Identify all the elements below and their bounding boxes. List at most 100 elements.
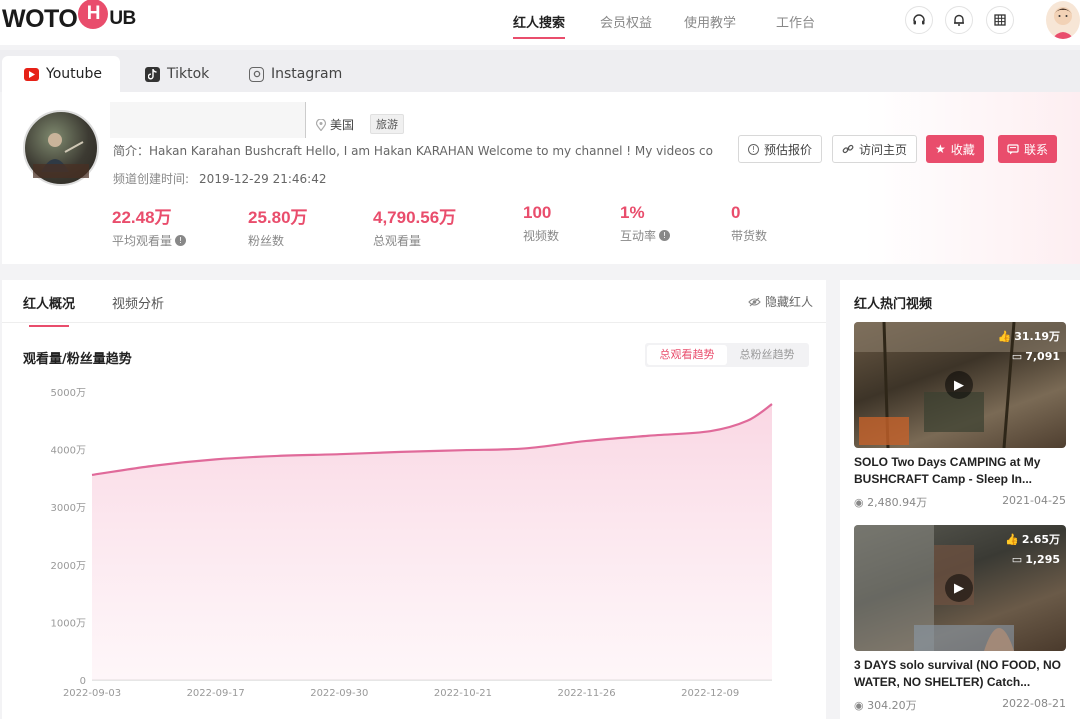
y-tick-label: 0 (80, 676, 86, 687)
video-views: ◉ 2,480.94万 (854, 494, 927, 510)
play-icon[interactable]: ▶ (945, 574, 973, 602)
video-comments-value: 1,295 (1025, 553, 1060, 566)
stat-label: 粉丝数 (248, 234, 285, 248)
video-card[interactable]: 👍 2.65万 ▭ 1,295 ▶ 3 DAYS solo survival (NO… (854, 525, 1066, 713)
stat-label: 视频数 (523, 229, 560, 243)
logo-right-text: UB (109, 8, 136, 29)
stat-followers: 25.80万 粉丝数 (248, 203, 308, 249)
instagram-icon (249, 66, 264, 82)
video-likes-value: 31.19万 (1014, 330, 1060, 343)
stat-label: 总观看量 (373, 234, 422, 248)
video-comments: ▭ 7,091 (1012, 350, 1060, 363)
visit-homepage-label: 访问主页 (859, 142, 908, 157)
video-comments-value: 7,091 (1025, 350, 1060, 363)
stat-engagement-rate: 1% 互动率! (620, 203, 671, 244)
play-icon[interactable]: ▶ (945, 371, 973, 399)
y-tick-label: 1000万 (51, 618, 86, 629)
favorite-label: 收藏 (950, 142, 975, 157)
video-date: 2022-08-21 (1002, 697, 1066, 710)
nav-workspace[interactable]: 工作台 (776, 12, 815, 31)
video-thumbnail[interactable]: 👍 2.65万 ▭ 1,295 ▶ (854, 525, 1066, 651)
stat-label: 带货数 (731, 229, 768, 243)
contact-button[interactable]: 联系 (998, 135, 1058, 163)
video-card[interactable]: 👍 31.19万 ▭ 7,091 ▶ SOLO Two Days CAMPING a… (854, 322, 1066, 510)
x-tick-label: 2022-09-17 (187, 688, 245, 699)
stat-value: 0 (731, 203, 741, 222)
x-tick-label: 2022-09-30 (310, 688, 368, 699)
youtube-icon (24, 67, 39, 81)
stat-value: 1% (620, 203, 645, 222)
video-title[interactable]: 3 DAYS solo survival (NO FOOD, NO WATER,… (854, 657, 1066, 691)
contact-label: 联系 (1024, 142, 1049, 157)
video-date: 2021-04-25 (1002, 494, 1066, 507)
channel-description: 简介：Hakan Karahan Bushcraft Hello, I am H… (113, 144, 713, 158)
info-icon[interactable]: ! (659, 230, 671, 241)
tab-youtube[interactable]: Youtube (2, 56, 120, 92)
video-title[interactable]: SOLO Two Days CAMPING at My BUSHCRAFT Ca… (854, 454, 1066, 488)
y-tick-label: 2000万 (51, 561, 86, 572)
thumbs-up-icon: 👍 (1005, 532, 1019, 546)
estimate-price-label: 预估报价 (764, 142, 813, 157)
logo[interactable]: WOTO H UB (2, 0, 136, 34)
info-circle-icon: ! (748, 143, 759, 155)
y-tick-label: 3000万 (51, 503, 86, 514)
stat-avg-views: 22.48万 平均观看量! (112, 203, 187, 249)
top-bar: WOTO H UB 红人搜索 会员权益 使用教学 工作台 (0, 0, 1080, 45)
created-value: 2019-12-29 21:46:42 (199, 172, 327, 186)
overview-panel: 红人概况 视频分析 隐藏红人 观看量/粉丝量趋势 总观看趋势 总粉丝趋势 0 10… (2, 280, 826, 719)
link-icon (842, 144, 854, 154)
grid-icon[interactable] (986, 6, 1014, 34)
nav-tutorial[interactable]: 使用教学 (684, 12, 736, 31)
message-icon (1007, 143, 1019, 154)
logo-left-text: WOTO (2, 4, 78, 33)
stat-value: 22.48万 (112, 208, 172, 227)
y-tick-label: 5000万 (51, 388, 86, 399)
channel-created: 频道创建时间: 2019-12-29 21:46:42 (113, 170, 327, 187)
profile-card: 美国 旅游 简介：Hakan Karahan Bushcraft Hello, … (2, 92, 1080, 264)
video-comments: ▭ 1,295 (1012, 553, 1060, 566)
info-icon[interactable]: ! (175, 235, 187, 246)
estimate-price-button[interactable]: ! 预估报价 (738, 135, 823, 163)
tab-youtube-label: Youtube (46, 66, 102, 82)
user-avatar[interactable] (1046, 1, 1080, 39)
video-likes: 👍 31.19万 (998, 328, 1061, 344)
tab-instagram-label: Instagram (271, 66, 343, 82)
y-tick-label: 4000万 (51, 446, 86, 457)
x-tick-label: 2022-09-03 (63, 688, 121, 699)
stat-value: 25.80万 (248, 208, 308, 227)
tab-instagram[interactable]: Instagram (249, 56, 342, 92)
stat-value: 4,790.56万 (373, 208, 457, 227)
hot-videos-title: 红人热门视频 (854, 297, 933, 312)
trend-area (92, 404, 772, 680)
tab-tiktok-label: Tiktok (167, 66, 210, 82)
stat-label: 互动率 (620, 229, 657, 243)
tiktok-icon (145, 66, 160, 82)
video-views-value: 304.20万 (867, 699, 917, 712)
visit-homepage-button[interactable]: 访问主页 (832, 135, 918, 163)
headset-icon[interactable] (905, 6, 933, 34)
location: 美国 (316, 116, 354, 133)
tab-tiktok[interactable]: Tiktok (145, 56, 209, 92)
video-views-value: 2,480.94万 (867, 496, 928, 509)
comment-icon: ▭ (1011, 553, 1023, 566)
favorite-button[interactable]: ★ 收藏 (926, 135, 984, 163)
x-tick-label: 2022-10-21 (434, 688, 492, 699)
created-label: 频道创建时间: (113, 172, 190, 186)
video-thumbnail[interactable]: 👍 31.19万 ▭ 7,091 ▶ (854, 322, 1066, 448)
bell-icon[interactable] (945, 6, 973, 34)
eye-icon: ◉ (854, 496, 868, 509)
x-tick-label: 2022-11-26 (557, 688, 615, 699)
x-tick-label: 2022-12-09 (681, 688, 739, 699)
stat-video-count: 100 视频数 (523, 203, 559, 244)
star-icon: ★ (935, 142, 946, 156)
video-likes-value: 2.65万 (1021, 533, 1060, 546)
logo-mark: H (78, 0, 109, 29)
stat-total-views: 4,790.56万 总观看量 (373, 203, 456, 249)
hot-videos-panel: 红人热门视频 👍 31.19万 ▭ 7,091 ▶ SOLO Two Days CA… (840, 280, 1080, 719)
nav-influencer-search[interactable]: 红人搜索 (513, 12, 566, 39)
location-text: 美国 (330, 118, 355, 132)
channel-name-hidden (110, 102, 306, 138)
eye-icon: ◉ (854, 699, 868, 712)
video-views: ◉ 304.20万 (854, 697, 917, 713)
nav-membership[interactable]: 会员权益 (600, 12, 652, 31)
